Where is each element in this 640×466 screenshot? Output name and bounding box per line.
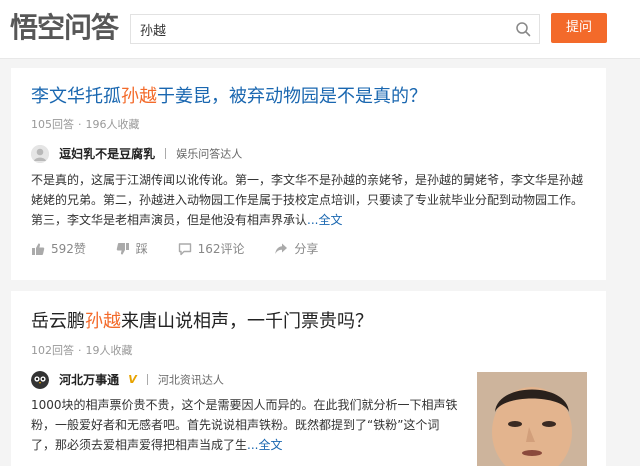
comment-count: 162评论 [197,242,245,256]
excerpt-text: 1000块的相声票价贵不贵，这个是需要因人而异的。在此我们就分析一下相声铁粉，一… [31,398,458,452]
search-icon[interactable] [515,21,531,37]
question-title[interactable]: 岳云鹏孙越来唐山说相声，一千门票贵吗？ [31,310,373,334]
question-card: 岳云鹏孙越来唐山说相声，一千门票贵吗？ 102回答 · 19人收藏 河北万事通 V … [11,291,606,466]
dislike-label: 踩 [135,242,148,256]
dislike-icon [116,242,129,255]
avatar[interactable] [31,370,49,389]
ask-button[interactable]: 提问 [551,13,607,43]
avatar[interactable] [31,144,49,163]
title-text: 李文华托孤 [31,86,121,107]
title-highlight: 孙越 [85,311,121,332]
share-label: 分享 [294,242,319,256]
owl-logo-icon [31,370,49,389]
verified-badge: V [128,373,137,386]
answer-count: 102回答 [31,344,74,357]
question-meta: 105回答 · 196人收藏 [31,118,140,131]
share-icon [275,243,288,254]
user-icon [31,144,49,163]
share-button[interactable]: 分享 [274,240,318,257]
title-text: 来唐山说相声，一千门票贵吗？ [121,311,373,332]
answer-thumbnail[interactable] [477,372,587,466]
title-text: 于姜昆，被弃动物园是不是真的？ [157,86,427,107]
question-meta: 102回答 · 19人收藏 [31,344,133,357]
author-name[interactable]: 逗妇乳不是豆腐乳 [59,147,155,161]
comment-button[interactable]: 162评论 [178,240,245,257]
like-count: 592赞 [51,242,86,256]
top-header: 悟空问答 提问 [0,0,640,59]
question-card: 李文华托孤孙越于姜昆，被弃动物园是不是真的？ 105回答 · 196人收藏 逗妇乳不… [11,68,606,280]
search-box[interactable] [130,14,540,44]
author-name[interactable]: 河北万事通 [59,373,119,387]
answer-excerpt[interactable]: 1000块的相声票价贵不贵，这个是需要因人而异的。在此我们就分析一下相声铁粉，一… [31,395,461,455]
read-more-link[interactable]: ...全文 [247,438,282,452]
title-highlight: 孙越 [121,86,157,107]
face-photo-image [477,372,587,466]
answer-author: 河北万事通 V 河北资讯达人 [31,369,224,389]
comment-icon [178,242,191,255]
answer-author: 逗妇乳不是豆腐乳 娱乐问答达人 [31,143,243,163]
answer-excerpt[interactable]: 不是真的，这属于江湖传闻以讹传讹。第一，李文华不是孙越的亲姥爷，是孙越的舅姥爷，… [31,170,586,230]
bookmark-count: 196人收藏 [85,118,140,131]
read-more-link[interactable]: ...全文 [307,213,342,227]
author-tag: 娱乐问答达人 [176,147,243,161]
like-button[interactable]: 592赞 [31,240,86,257]
divider [146,374,148,385]
author-tag: 河北资讯达人 [157,373,224,387]
search-input[interactable] [131,15,510,43]
answer-count: 105回答 [31,118,74,131]
bookmark-count: 19人收藏 [85,344,133,357]
logo[interactable]: 悟空问答 [10,11,119,45]
like-icon [32,242,45,255]
dislike-button[interactable]: 踩 [116,240,148,257]
divider [165,148,167,159]
answer-actions: 592赞 踩 162评论 分享 [31,240,344,258]
question-title[interactable]: 李文华托孤孙越于姜昆，被弃动物园是不是真的？ [31,85,427,109]
title-text: 岳云鹏 [31,311,85,332]
